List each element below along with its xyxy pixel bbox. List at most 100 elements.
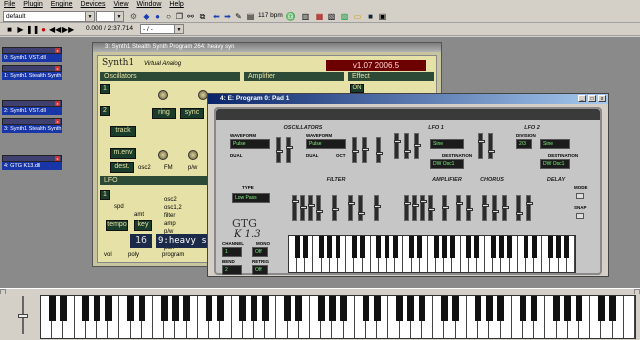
lfo2-rate-fader[interactable] bbox=[478, 133, 485, 159]
amp-attack-fader[interactable] bbox=[404, 195, 411, 221]
black-key[interactable] bbox=[82, 296, 90, 322]
velocity-slider[interactable] bbox=[18, 296, 28, 336]
black-key[interactable] bbox=[575, 296, 583, 322]
black-key[interactable] bbox=[216, 296, 224, 322]
osc2-fine-fader[interactable] bbox=[362, 137, 369, 163]
osc2-waveform-select[interactable]: Pulse bbox=[306, 139, 346, 149]
black-key[interactable] bbox=[452, 296, 460, 322]
channel-select[interactable]: 1 bbox=[222, 247, 242, 257]
black-key[interactable] bbox=[362, 296, 370, 322]
black-key[interactable] bbox=[160, 296, 168, 322]
black-key[interactable] bbox=[295, 296, 303, 322]
osc1-tune-fader[interactable] bbox=[276, 137, 283, 163]
ring-button[interactable]: ring bbox=[152, 108, 176, 119]
plugin-block-4[interactable]: x 4: GTG K13.dll bbox=[2, 155, 62, 171]
link-icon[interactable]: ⚯ bbox=[185, 11, 196, 22]
track-button[interactable]: track bbox=[110, 126, 136, 137]
black-key[interactable] bbox=[531, 236, 537, 258]
wav-icon[interactable]: ▨ bbox=[339, 11, 350, 22]
osc1-fine-fader[interactable] bbox=[286, 137, 293, 163]
scene-select[interactable]: ▼ bbox=[96, 11, 124, 22]
black-key[interactable] bbox=[564, 236, 570, 258]
sync-button[interactable]: sync bbox=[180, 108, 204, 119]
black-key[interactable] bbox=[523, 236, 529, 258]
black-key[interactable] bbox=[530, 296, 538, 322]
black-key[interactable] bbox=[284, 296, 291, 322]
filter-cutoff-fader[interactable] bbox=[348, 195, 355, 221]
black-key[interactable] bbox=[335, 236, 341, 258]
close-icon[interactable]: x bbox=[55, 119, 60, 124]
lfo1-rate-fader[interactable] bbox=[394, 133, 401, 159]
filter-sustain-fader[interactable] bbox=[308, 195, 315, 221]
black-key[interactable] bbox=[485, 296, 493, 322]
fm-knob[interactable] bbox=[158, 90, 168, 100]
record-button-icon[interactable]: ● bbox=[38, 24, 49, 35]
black-key[interactable] bbox=[317, 296, 325, 322]
back-arrow-icon[interactable]: ⬅ bbox=[211, 11, 222, 22]
menu-engine[interactable]: Engine bbox=[47, 0, 77, 9]
delay-feedback-fader[interactable] bbox=[492, 195, 499, 221]
chorus-rate-fader[interactable] bbox=[456, 195, 463, 221]
black-key[interactable] bbox=[294, 236, 300, 258]
osc1-waveform-select[interactable]: Pulse bbox=[230, 139, 270, 149]
black-key[interactable] bbox=[507, 236, 513, 258]
black-key[interactable] bbox=[433, 236, 439, 258]
lfo1-delay-fader[interactable] bbox=[414, 133, 421, 159]
osc-mix-fader[interactable] bbox=[376, 137, 383, 163]
filter-res-fader[interactable] bbox=[358, 195, 365, 221]
keyboard-icon[interactable]: ▧ bbox=[326, 11, 337, 22]
black-key[interactable] bbox=[449, 236, 455, 258]
plugin-block-1[interactable]: x 1: Synth1 Stealth Synth bbox=[2, 65, 62, 81]
osc2-tune-fader[interactable] bbox=[352, 137, 359, 163]
filter-type-select[interactable]: Low Pass bbox=[232, 193, 270, 203]
menu-file[interactable]: File bbox=[0, 0, 19, 9]
marker-select[interactable]: - / - ▼ bbox=[140, 24, 184, 34]
mixer-icon[interactable]: ▤ bbox=[245, 11, 256, 22]
menu-window[interactable]: Window bbox=[133, 0, 166, 9]
close-icon[interactable]: x bbox=[55, 48, 60, 53]
chevron-down-icon[interactable]: ▼ bbox=[85, 12, 94, 21]
info-icon[interactable]: ▣ bbox=[377, 11, 388, 22]
delay-level-fader[interactable] bbox=[526, 195, 533, 221]
black-key[interactable] bbox=[329, 296, 336, 322]
amp-volume-fader[interactable] bbox=[442, 195, 449, 221]
copy-icon[interactable]: ❐ bbox=[174, 11, 185, 22]
black-key[interactable] bbox=[127, 296, 135, 322]
black-key[interactable] bbox=[48, 296, 56, 322]
delay-mix-fader[interactable] bbox=[502, 195, 509, 221]
black-key[interactable] bbox=[205, 296, 213, 322]
lfo1-destination-select[interactable]: DW Osc1 bbox=[430, 159, 464, 169]
preset-select[interactable]: default ▼ bbox=[3, 11, 95, 22]
black-key[interactable] bbox=[392, 236, 398, 258]
bend-select[interactable]: 2 bbox=[222, 265, 242, 275]
black-key[interactable] bbox=[183, 296, 191, 322]
diamond-icon[interactable]: ◆ bbox=[141, 11, 152, 22]
amp-sustain-fader[interactable] bbox=[420, 195, 427, 221]
filter-release-fader[interactable] bbox=[316, 195, 323, 221]
menu-help[interactable]: Help bbox=[165, 0, 187, 9]
slider-thumb[interactable] bbox=[18, 314, 28, 318]
black-key[interactable] bbox=[172, 296, 179, 322]
black-key[interactable] bbox=[93, 296, 101, 322]
stop-icon[interactable]: ■ bbox=[4, 24, 15, 35]
black-key[interactable] bbox=[60, 296, 67, 322]
black-key[interactable] bbox=[441, 236, 447, 258]
pause-icon[interactable]: ❚❚ bbox=[26, 24, 39, 35]
plugin-block-2[interactable]: x 2: Synth1 VST.dll bbox=[2, 100, 62, 116]
black-key[interactable] bbox=[519, 296, 527, 322]
delay-sync-fader[interactable] bbox=[516, 195, 523, 221]
metronome-icon[interactable]: ♎ bbox=[285, 11, 296, 22]
amp-release-fader[interactable] bbox=[428, 195, 435, 221]
midi-icon[interactable]: ▥ bbox=[300, 11, 311, 22]
close-icon[interactable]: x bbox=[55, 66, 60, 71]
black-key[interactable] bbox=[556, 236, 562, 258]
mono-select[interactable]: Off bbox=[252, 247, 268, 257]
close-icon[interactable]: x bbox=[55, 156, 60, 161]
forward-arrow-icon[interactable]: ➡ bbox=[222, 11, 233, 22]
close-icon[interactable]: x bbox=[598, 95, 606, 102]
amp-decay-fader[interactable] bbox=[412, 195, 419, 221]
menu-plugin[interactable]: Plugin bbox=[19, 0, 46, 9]
black-key[interactable] bbox=[409, 236, 414, 258]
black-key[interactable] bbox=[497, 296, 504, 322]
tempo-button[interactable]: tempo bbox=[106, 220, 128, 231]
